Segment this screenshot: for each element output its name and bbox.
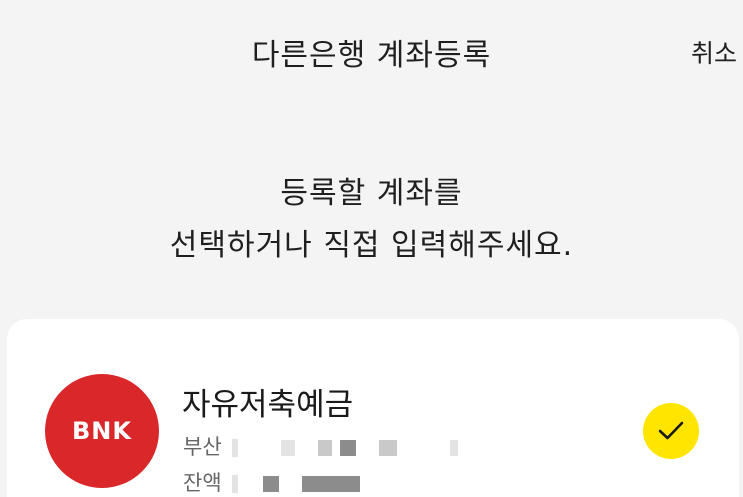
redacted-account-number — [317, 440, 332, 456]
redacted-balance — [301, 476, 360, 492]
header: 다른은행 계좌등록 취소 — [0, 0, 743, 100]
bnk-bank-logo: BNK — [45, 374, 159, 488]
cancel-button[interactable]: 취소 — [691, 34, 737, 70]
instruction-text: 등록할 계좌를 선택하거나 직접 입력해주세요. — [0, 168, 743, 272]
check-icon — [658, 421, 684, 440]
account-name: 자유저축예금 — [182, 387, 354, 423]
bank-logo-text: BNK — [72, 417, 132, 445]
account-card[interactable]: BNK 자유저축예금 부산 잔액 — [7, 319, 739, 497]
bank-name: 부산 — [183, 435, 222, 459]
account-selected-check[interactable] — [643, 403, 699, 459]
redacted-account-number — [449, 440, 458, 456]
redacted-account-number — [340, 440, 357, 456]
redacted-account-number — [379, 440, 398, 456]
redacted-account-number — [232, 439, 239, 457]
account-number-line: 부산 — [183, 431, 458, 461]
redacted-account-number — [281, 440, 296, 456]
redacted-balance — [263, 476, 280, 492]
page-title: 다른은행 계좌등록 — [251, 38, 492, 73]
register-other-bank-account-screen: 다른은행 계좌등록 취소 등록할 계좌를 선택하거나 직접 입력해주세요. BN… — [0, 0, 743, 497]
balance-line: 잔액 — [183, 467, 360, 497]
instruction-line-1: 등록할 계좌를 — [280, 176, 463, 211]
balance-label: 잔액 — [183, 471, 222, 495]
instruction-line-2: 선택하거나 직접 입력해주세요. — [169, 228, 574, 263]
redacted-balance — [232, 475, 239, 493]
